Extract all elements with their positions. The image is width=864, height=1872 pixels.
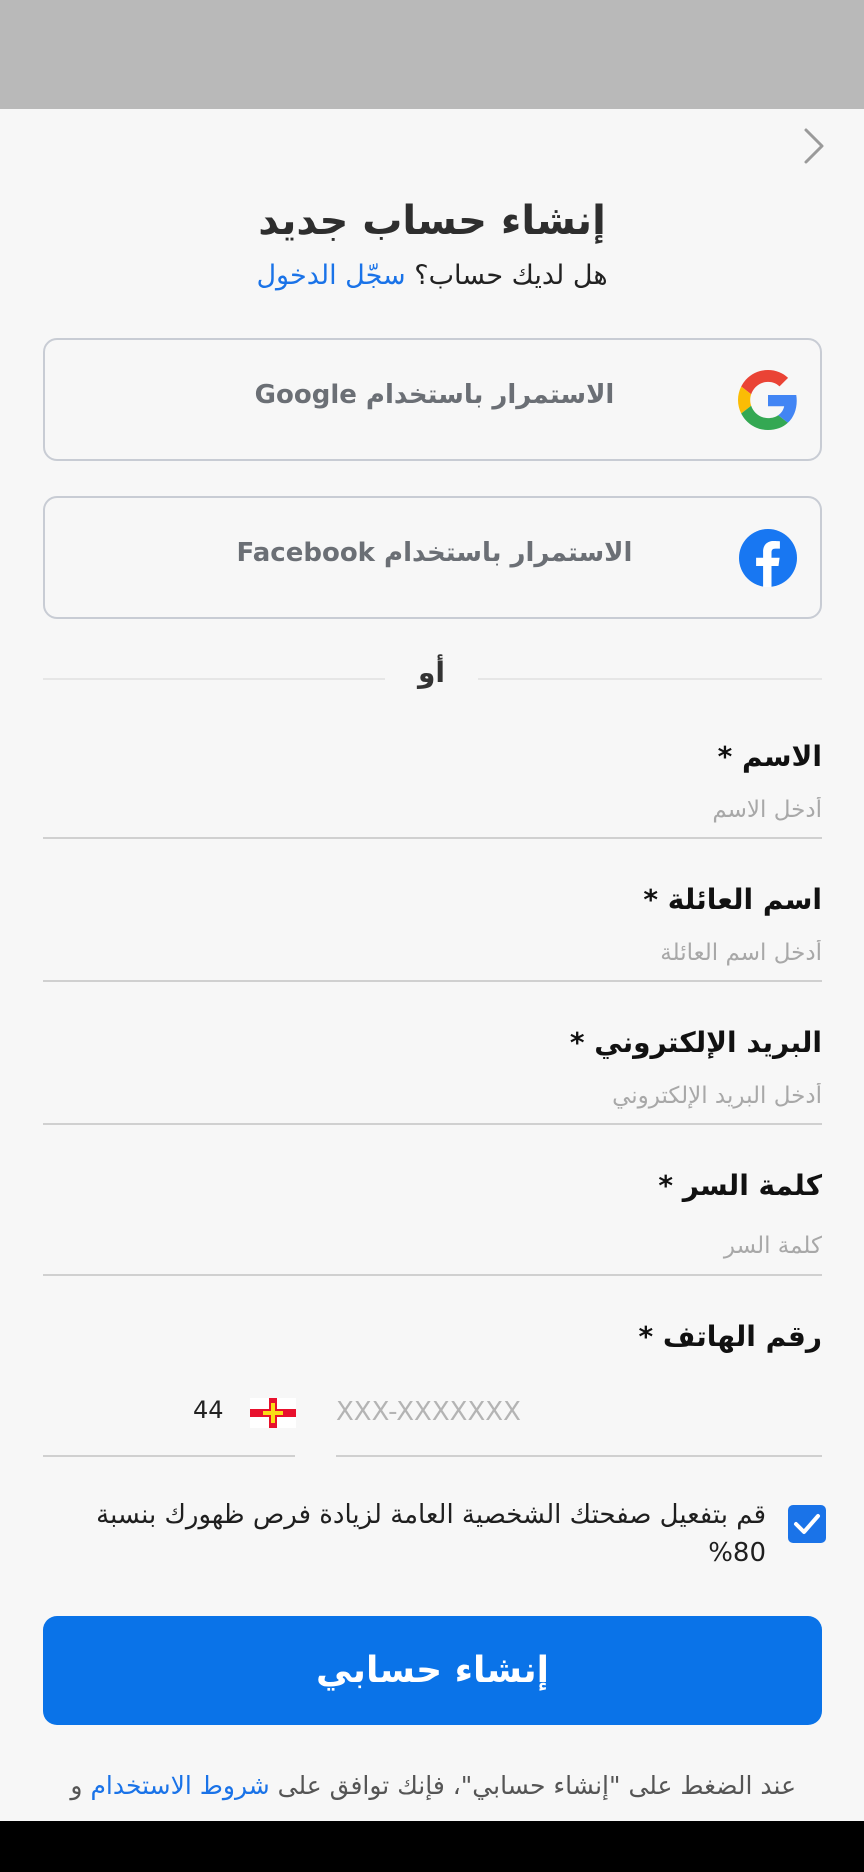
terms-suffix: و	[70, 1771, 91, 1800]
guernsey-flag-icon	[250, 1398, 296, 1428]
phone-field[interactable]	[336, 1390, 822, 1434]
status-bar	[0, 0, 864, 109]
divider-line	[43, 678, 385, 680]
first-name-label: الاسم *	[717, 740, 822, 773]
google-signin-button[interactable]: الاستمرار باستخدام Google	[43, 338, 822, 461]
facebook-button-label: الاستمرار باستخدام Facebook	[236, 538, 633, 568]
create-account-button[interactable]: إنشاء حسابي	[43, 1616, 822, 1725]
password-field[interactable]	[43, 1224, 822, 1268]
phone-underline	[336, 1455, 822, 1457]
page-title: إنشاء حساب جديد	[258, 198, 606, 244]
country-code-selector[interactable]: 44	[43, 1384, 296, 1442]
terms-prefix: عند الضغط على "إنشاء حسابي"، فإنك توافق …	[269, 1771, 796, 1800]
facebook-signin-button[interactable]: الاستمرار باستخدام Facebook	[43, 496, 822, 619]
country-code-underline	[43, 1455, 295, 1457]
divider-line	[478, 678, 822, 680]
first-name-underline	[43, 837, 822, 839]
last-name-field[interactable]	[43, 931, 822, 975]
first-name-field[interactable]	[43, 788, 822, 832]
facebook-icon	[739, 529, 797, 587]
has-account-text: هل لديك حساب؟	[414, 260, 608, 291]
email-field[interactable]	[43, 1074, 822, 1118]
google-icon	[738, 370, 797, 430]
email-underline	[43, 1123, 822, 1125]
email-label: البريد الإلكتروني *	[569, 1026, 822, 1059]
terms-of-use-link[interactable]: شروط الاستخدام	[90, 1771, 269, 1800]
phone-label: رقم الهاتف *	[638, 1320, 822, 1353]
public-profile-checkbox[interactable]	[788, 1505, 826, 1543]
last-name-label: اسم العائلة *	[643, 883, 822, 916]
login-link[interactable]: سجّل الدخول	[256, 260, 405, 291]
public-profile-text: قم بتفعيل صفحتك الشخصية العامة لزيادة فر…	[96, 1500, 766, 1568]
google-button-label: الاستمرار باستخدام Google	[254, 380, 615, 410]
password-underline	[43, 1274, 822, 1276]
login-prompt: هل لديك حساب؟ سجّل الدخول	[0, 260, 864, 291]
checkmark-icon	[794, 1514, 820, 1534]
last-name-underline	[43, 980, 822, 982]
terms-notice: عند الضغط على "إنشاء حسابي"، فإنك توافق …	[70, 1771, 796, 1800]
chevron-right-icon	[804, 128, 824, 164]
back-button[interactable]	[792, 124, 836, 168]
password-label: كلمة السر *	[658, 1169, 822, 1202]
country-code: 44	[193, 1396, 224, 1424]
or-divider-text: أو	[417, 656, 445, 689]
navigation-bar	[0, 1821, 864, 1872]
